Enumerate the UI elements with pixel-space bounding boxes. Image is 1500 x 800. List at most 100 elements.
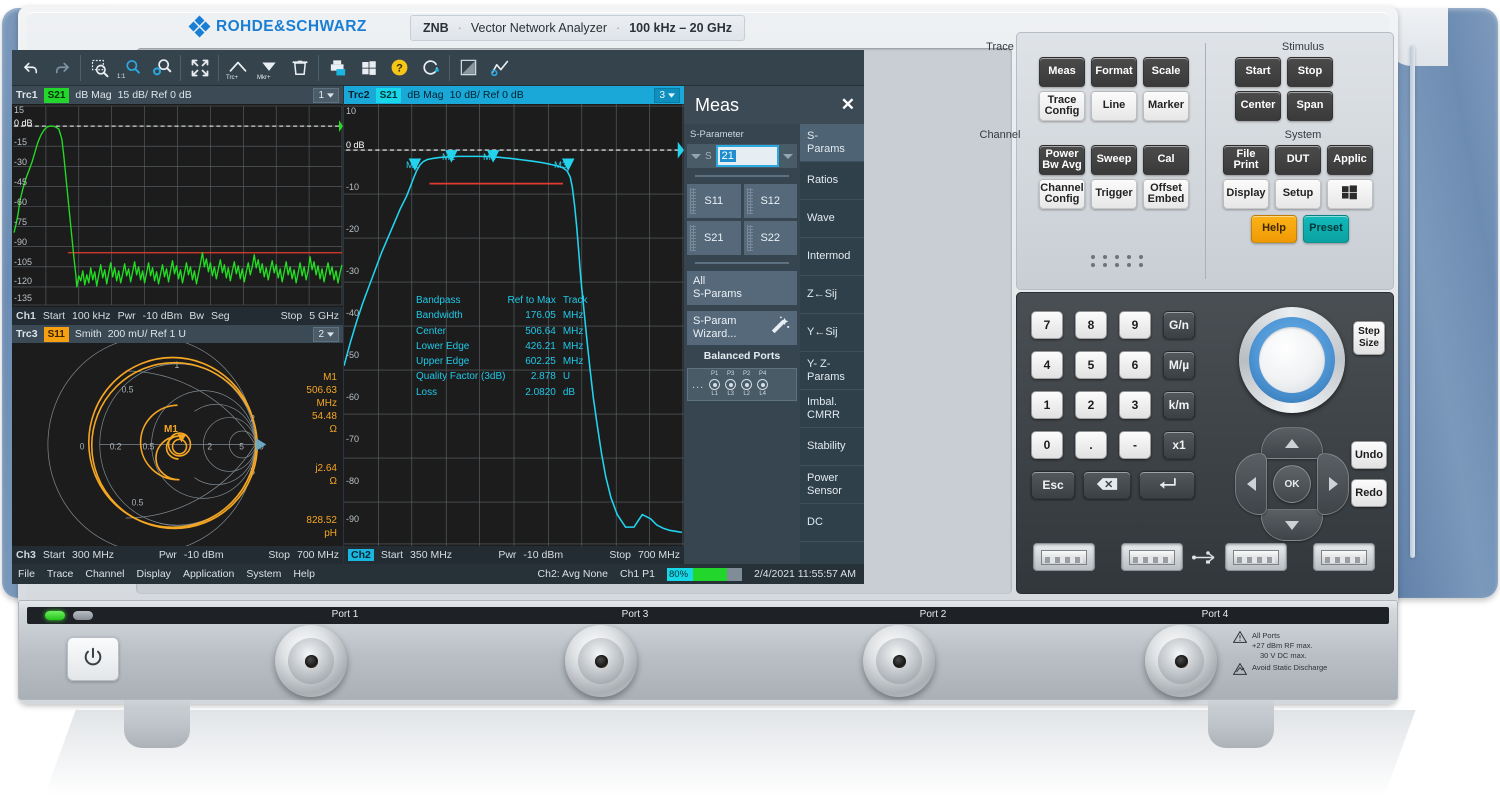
numkey-kilo-milli[interactable]: k/m [1163,391,1195,419]
sparam-button-s11[interactable]: S11 [687,184,741,218]
numkey-redo[interactable]: Redo [1351,479,1387,507]
numkey-undo[interactable]: Undo [1351,441,1387,469]
zoom-1to1-icon[interactable]: 1:1 [115,53,146,83]
hardkey-power-bw-avg[interactable]: Power Bw Avg [1039,145,1085,175]
trc2-titlebar[interactable]: Trc2 S21 dB Mag 10 dB/ Ref 0 dB 3 [344,86,684,104]
hardkey-scale[interactable]: Scale [1143,57,1189,87]
undo-icon[interactable] [15,53,46,83]
hardkey-applic[interactable]: Applic [1327,145,1373,175]
add-marker-icon[interactable]: Mkr+ [253,53,284,83]
balanced-ports-widget[interactable]: ... P1 L1 P3 L3 [687,368,797,401]
numkey-mega-micro[interactable]: M/µ [1163,351,1195,379]
hardkey-stop[interactable]: Stop [1287,57,1333,87]
numkey-times-one[interactable]: x1 [1163,431,1195,459]
print-save-icon[interactable] [322,53,353,83]
menu-trace[interactable]: Trace [47,568,73,580]
tab-stability[interactable]: Stability [800,428,864,466]
hardkey-line[interactable]: Line [1091,91,1137,121]
hardkey-start[interactable]: Start [1235,57,1281,87]
decrement-icon[interactable] [691,154,701,159]
hardkey-meas[interactable]: Meas [1039,57,1085,87]
numkey-step-size[interactable]: Step Size [1353,321,1385,355]
zoom-select-icon[interactable] [84,53,115,83]
balanced-port-1[interactable]: P1 L1 [709,371,720,398]
numkey-enter[interactable] [1139,471,1195,499]
numkey-8[interactable]: 8 [1075,311,1107,339]
trace-settings-icon[interactable] [484,53,515,83]
numkey-giga-nano[interactable]: G/n [1163,311,1195,339]
maximize-icon[interactable] [184,53,215,83]
hardkey-display[interactable]: Display [1223,179,1269,209]
hardkey-dut[interactable]: DUT [1275,145,1321,175]
numkey-5[interactable]: 5 [1075,351,1107,379]
hardkey-format[interactable]: Format [1091,57,1137,87]
tab-z-from-sij[interactable]: Z←Sij [800,276,864,314]
tab-yz-params[interactable]: Y- Z- Params [800,352,864,390]
sparam-wizard-button[interactable]: S-Param Wizard... [687,311,797,345]
usb-port-4[interactable] [1313,543,1375,571]
menu-system[interactable]: System [246,568,281,580]
trc3-titlebar[interactable]: Trc3 S11 Smith 200 mU/ Ref 1 U 2 [12,325,343,343]
sparam-button-s22[interactable]: S22 [744,221,798,255]
trc3-window-select[interactable]: 2 [313,327,339,342]
hardkey-offset-embed[interactable]: Offset Embed [1143,179,1189,209]
increment-icon[interactable] [783,154,793,159]
tab-s-params[interactable]: S- Params [800,124,864,162]
numkey-2[interactable]: 2 [1075,391,1107,419]
dpad-left[interactable] [1235,453,1267,515]
trc2-plot[interactable]: 10 0 dB -10 -20 -30 -40 -50 -60 -70 -80 … [344,104,684,546]
power-button[interactable] [67,637,119,681]
hardkey-marker[interactable]: Marker [1143,91,1189,121]
tab-ratios[interactable]: Ratios [800,162,864,200]
sparam-button-s12[interactable]: S12 [744,184,798,218]
menu-application[interactable]: Application [183,568,234,580]
menu-channel[interactable]: Channel [85,568,124,580]
menu-file[interactable]: File [18,568,35,580]
hardkey-setup[interactable]: Setup [1275,179,1321,209]
tab-dc[interactable]: DC [800,504,864,542]
dpad-up[interactable] [1261,427,1323,459]
help-icon[interactable]: ? [384,53,415,83]
redo-icon[interactable] [46,53,77,83]
port-3-connector[interactable] [565,625,637,697]
screenshot-icon[interactable] [453,53,484,83]
numkey-9[interactable]: 9 [1119,311,1151,339]
add-trace-icon[interactable]: Trc+ [222,53,253,83]
rotary-knob[interactable] [1239,307,1345,413]
numkey-backspace[interactable] [1083,471,1131,499]
usb-port-2[interactable] [1121,543,1183,571]
hardkey-windows[interactable] [1327,179,1373,209]
dpad-right[interactable] [1317,453,1349,515]
tab-y-from-sij[interactable]: Y←Sij [800,314,864,352]
balanced-port-3[interactable]: P3 L3 [725,371,736,398]
usb-port-3[interactable] [1225,543,1287,571]
menu-help[interactable]: Help [293,568,315,580]
trc1-window-select[interactable]: 1 [313,88,339,103]
balanced-ports-more[interactable]: ... [692,379,704,391]
numkey-4[interactable]: 4 [1031,351,1063,379]
delete-icon[interactable] [284,53,315,83]
trc3-smith-plot[interactable]: 0 0.2 0.5 1 2 5 10 0.5 0.5 2 5 [12,343,343,546]
usb-port-1[interactable] [1033,543,1095,571]
dpad-down[interactable] [1261,509,1323,541]
trc1-plot[interactable]: 15 0 dB -15 -30 -45 -60 -75 -90 -105 -12… [12,104,343,307]
hardkey-sweep[interactable]: Sweep [1091,145,1137,175]
sparam-entry-row[interactable]: S 21 [687,144,797,168]
zoom-settings-icon[interactable] [146,53,177,83]
tab-imbal-cmrr[interactable]: Imbal. CMRR [800,390,864,428]
hardkey-help[interactable]: Help [1251,215,1297,243]
sparam-input[interactable]: 21 [716,145,779,167]
refresh-icon[interactable] [415,53,446,83]
windows-icon[interactable] [353,53,384,83]
hardkey-span[interactable]: Span [1287,91,1333,121]
hardkey-trace-config[interactable]: Trace Config [1039,91,1085,121]
numkey-esc[interactable]: Esc [1031,471,1075,499]
hardkey-cal[interactable]: Cal [1143,145,1189,175]
sparam-button-s21[interactable]: S21 [687,221,741,255]
balanced-port-4[interactable]: P4 L4 [757,371,768,398]
numkey-minus[interactable]: - [1119,431,1151,459]
tab-wave[interactable]: Wave [800,200,864,238]
numkey-0[interactable]: 0 [1031,431,1063,459]
hardkey-preset[interactable]: Preset [1303,215,1349,243]
trc2-window-select[interactable]: 3 [654,88,680,103]
